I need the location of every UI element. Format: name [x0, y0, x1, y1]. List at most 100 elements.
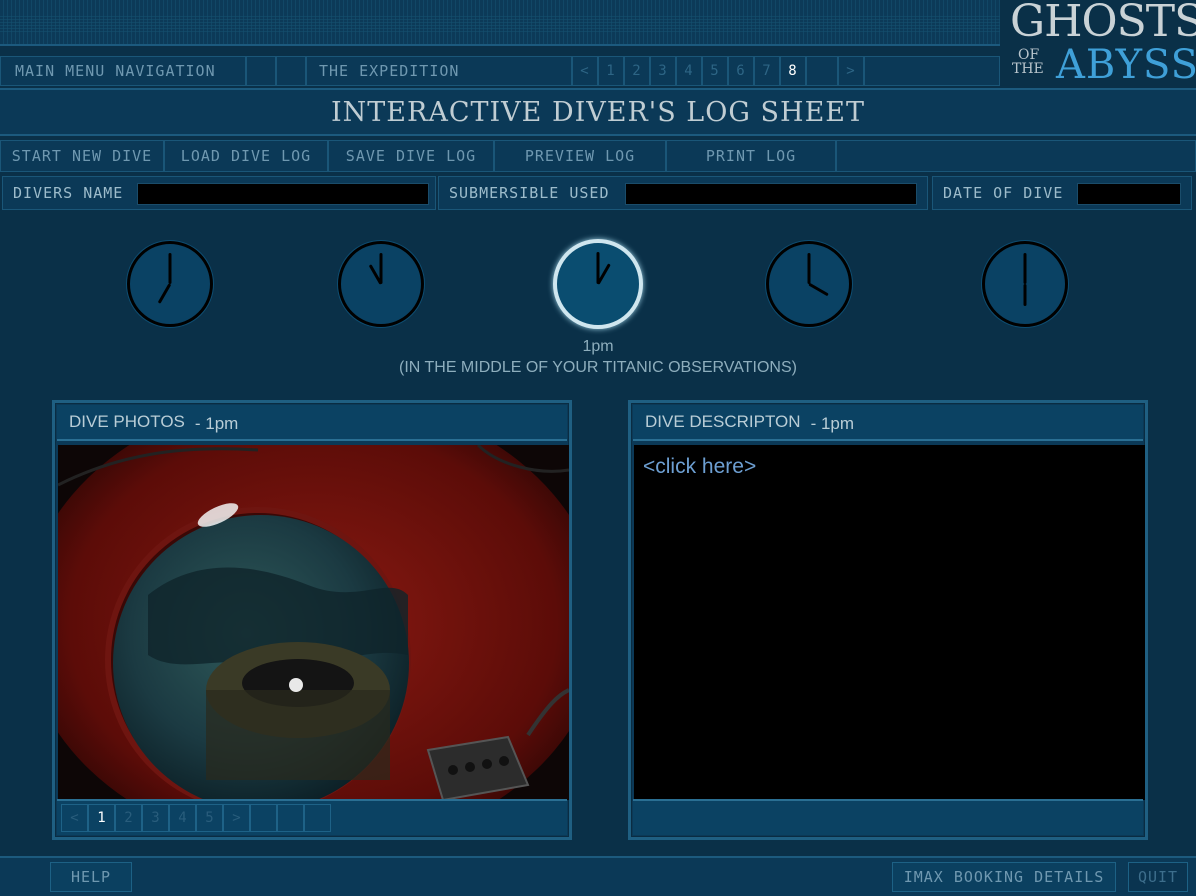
nav-page-label: 5: [710, 63, 720, 79]
load-dive-log-button[interactable]: LOAD DIVE LOG: [164, 140, 328, 172]
imax-booking-label: IMAX BOOKING DETAILS: [903, 868, 1105, 886]
nav-spacer: [276, 56, 306, 86]
dive-photo-porthole-image: [58, 445, 569, 800]
logo-title-line1: GHOSTS: [1010, 0, 1196, 47]
dive-photos-time: - 1pm: [194, 413, 239, 433]
section-title-the-expedition: THE EXPEDITION: [306, 56, 572, 86]
photos-page-label: 3: [151, 810, 160, 826]
navigation-bar: MAIN MENU NAVIGATION THE EXPEDITION < 1 …: [0, 56, 1000, 86]
clock-6pm-button[interactable]: [982, 241, 1068, 327]
nav-page-5[interactable]: 5: [702, 56, 728, 86]
nav-page-label: 8: [788, 63, 798, 79]
nav-page-2[interactable]: 2: [624, 56, 650, 86]
nav-page-label: 3: [658, 63, 668, 79]
nav-prev-label: <: [580, 63, 590, 79]
dive-description-footer: [633, 799, 1143, 835]
nav-page-label: 2: [632, 63, 642, 79]
imax-booking-details-button[interactable]: IMAX BOOKING DETAILS: [892, 862, 1116, 892]
dive-description-textarea[interactable]: <click here>: [634, 445, 1145, 800]
photos-prev-button[interactable]: <: [61, 804, 88, 832]
top-decorative-strip: [0, 0, 1000, 46]
photos-pager-spacer: [277, 804, 304, 832]
photos-page-label: 4: [178, 810, 187, 826]
nav-page-3[interactable]: 3: [650, 56, 676, 86]
selected-time: 1pm: [582, 338, 614, 355]
logo-of: OF: [1018, 47, 1040, 63]
photos-page-label: 5: [205, 810, 214, 826]
nav-spacer: [246, 56, 276, 86]
photos-pager-spacer: [250, 804, 277, 832]
date-of-dive-input[interactable]: [1077, 183, 1181, 205]
clock-1pm-button[interactable]: [553, 239, 643, 329]
help-button[interactable]: HELP: [50, 862, 132, 892]
photos-page-4[interactable]: 4: [169, 804, 196, 832]
clock-minute-hand: [807, 252, 811, 284]
save-dive-log-button[interactable]: SAVE DIVE LOG: [328, 140, 494, 172]
print-log-button[interactable]: PRINT LOG: [666, 140, 836, 172]
preview-log-button[interactable]: PREVIEW LOG: [494, 140, 666, 172]
nav-page-7[interactable]: 7: [754, 56, 780, 86]
photos-page-3[interactable]: 3: [142, 804, 169, 832]
ghosts-of-the-abyss-logo: GHOSTS OF THE ABYSS: [1000, 0, 1196, 96]
clock-4pm-button[interactable]: [766, 241, 852, 327]
dive-description-time: - 1pm: [810, 413, 855, 433]
toolbar-spacer: [836, 140, 1196, 172]
selected-time-info: 1pm (IN THE MIDDLE OF YOUR TITANIC OBSER…: [0, 336, 1196, 378]
clock-hour-hand: [157, 283, 172, 304]
clock-minute-hand: [1023, 252, 1027, 284]
logo-title-line3: ABYSS: [1056, 42, 1196, 88]
date-of-dive-label: DATE OF DIVE: [943, 184, 1064, 202]
clock-minute-hand: [168, 252, 172, 284]
main-menu-label: MAIN MENU NAVIGATION: [15, 62, 216, 80]
photos-next-button[interactable]: >: [223, 804, 250, 832]
dive-description-header: DIVE DESCRIPTON - 1pm: [633, 405, 1143, 441]
submersible-input[interactable]: [625, 183, 917, 205]
photos-page-2[interactable]: 2: [115, 804, 142, 832]
nav-next-label: >: [846, 63, 856, 79]
load-dive-log-label: LOAD DIVE LOG: [180, 147, 312, 165]
page-title: INTERACTIVE DIVER'S LOG SHEET: [331, 96, 865, 128]
quit-label: QUIT: [1137, 868, 1179, 886]
nav-page-label: 4: [684, 63, 694, 79]
photos-page-label: 2: [124, 810, 133, 826]
submersible-group: SUBMERSIBLE USED: [438, 176, 928, 210]
save-dive-log-label: SAVE DIVE LOG: [345, 147, 477, 165]
nav-next-button[interactable]: >: [838, 56, 864, 86]
nav-page-4[interactable]: 4: [676, 56, 702, 86]
page-title-bar: INTERACTIVE DIVER'S LOG SHEET: [0, 88, 1196, 136]
photos-next-label: >: [232, 810, 241, 826]
main-menu-navigation-button[interactable]: MAIN MENU NAVIGATION: [0, 56, 246, 86]
nav-page-1[interactable]: 1: [598, 56, 624, 86]
clock-hour-hand: [808, 282, 829, 297]
nav-page-8-current[interactable]: 8: [780, 56, 806, 86]
click-here-prompt[interactable]: <click here>: [643, 455, 756, 479]
photos-prev-label: <: [70, 810, 79, 826]
photos-page-5[interactable]: 5: [196, 804, 223, 832]
quit-button[interactable]: QUIT: [1128, 862, 1188, 892]
clock-7am-button[interactable]: [127, 241, 213, 327]
submersible-label: SUBMERSIBLE USED: [449, 184, 610, 202]
start-new-dive-label: START NEW DIVE: [11, 147, 153, 165]
clock-hour-hand: [1023, 284, 1027, 306]
dive-description-panel: DIVE DESCRIPTON - 1pm <click here>: [628, 400, 1148, 840]
divers-name-group: DIVERS NAME: [2, 176, 436, 210]
dive-photos-header: DIVE PHOTOS - 1pm: [57, 405, 567, 441]
nav-page-6[interactable]: 6: [728, 56, 754, 86]
nav-page-label: 7: [762, 63, 772, 79]
preview-log-label: PREVIEW LOG: [524, 147, 636, 165]
clock-minute-hand: [379, 252, 383, 284]
divers-name-label: DIVERS NAME: [13, 184, 124, 202]
porthole-illustration: [58, 445, 569, 800]
nav-prev-button[interactable]: <: [572, 56, 598, 86]
photos-page-label: 1: [97, 810, 106, 826]
photos-pager-spacer: [304, 804, 331, 832]
dive-info-fields: DIVERS NAME SUBMERSIBLE USED DATE OF DIV…: [0, 176, 1196, 210]
start-new-dive-button[interactable]: START NEW DIVE: [0, 140, 164, 172]
divers-name-input[interactable]: [137, 183, 429, 205]
dive-photos-pager: < 1 2 3 4 5 >: [57, 799, 567, 835]
photos-page-1-current[interactable]: 1: [88, 804, 115, 832]
nav-spacer: [806, 56, 838, 86]
clock-11am-button[interactable]: [338, 241, 424, 327]
logo-title-line2: OF THE: [1012, 48, 1044, 76]
help-label: HELP: [70, 868, 112, 886]
